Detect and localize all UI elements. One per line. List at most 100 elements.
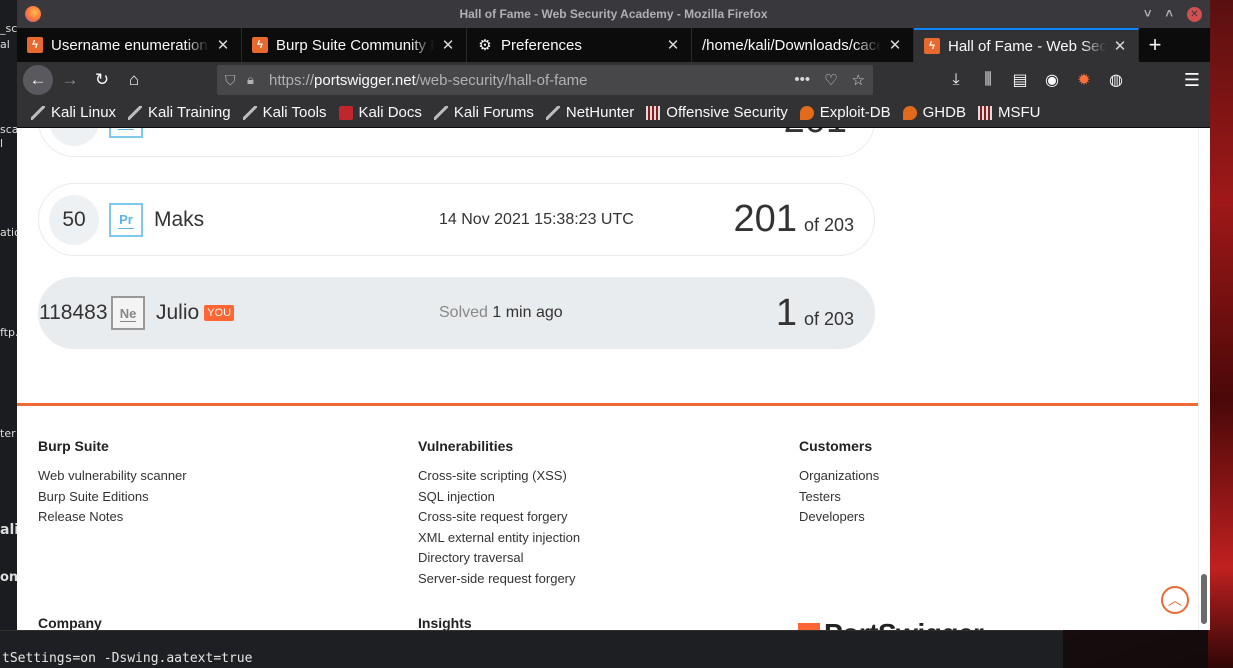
footer-link[interactable]: Cross-site scripting (XSS): [418, 468, 580, 483]
terminal-line: tSettings=on -Dswing.aatext=true: [2, 651, 253, 666]
exploit-db-icon: [799, 105, 814, 120]
desktop-icons-strip: _sc al scar l atio ftp. ter ali on: [0, 0, 23, 668]
new-tab-button[interactable]: +: [1139, 28, 1171, 62]
bookmark-offensive-security[interactable]: Offensive Security: [646, 104, 788, 121]
score: 201: [784, 128, 854, 142]
footer-heading-insights: Insights: [418, 615, 472, 630]
bookmark-kali-linux[interactable]: Kali Linux: [31, 104, 116, 121]
page-actions-icon[interactable]: •••: [794, 71, 810, 89]
foxyproxy-icon[interactable]: ✹: [1075, 70, 1093, 90]
bookmark-msfu[interactable]: MSFU: [977, 104, 1040, 121]
footer-link[interactable]: Burp Suite Editions: [38, 489, 187, 504]
tab-label: /home/kali/Downloads/cacer: [702, 36, 881, 54]
footer-link[interactable]: Developers: [799, 509, 879, 524]
burp-icon: ϟ: [27, 37, 43, 53]
bookmark-star-icon[interactable]: ☆: [852, 71, 865, 89]
footer-heading: Vulnerabilities: [418, 438, 514, 454]
lock-icon[interactable]: 🔒︎: [247, 72, 269, 88]
footer-column-customers: Customers Organizations Testers Develope…: [799, 438, 879, 530]
tab-username-enumeration[interactable]: ϟ Username enumeration v ✕: [17, 28, 242, 62]
desktop-label: l: [0, 137, 4, 150]
tab-downloads-file[interactable]: /home/kali/Downloads/cacer ✕: [692, 28, 914, 62]
tracking-shield-icon[interactable]: ⛉: [225, 72, 243, 89]
burp-icon: ϟ: [252, 37, 268, 53]
account-icon[interactable]: ◉: [1043, 70, 1061, 90]
close-window-icon[interactable]: ✕: [1187, 6, 1202, 22]
toolbar-icons: ⤓ ⫼ ▤ ◉ ✹ ◍: [947, 62, 1125, 98]
footer-link[interactable]: Release Notes: [38, 509, 187, 524]
reload-button[interactable]: ↻: [87, 65, 117, 95]
maximize-icon[interactable]: ˄: [1165, 0, 1173, 28]
footer-heading-company: Company: [38, 615, 102, 630]
footer-link[interactable]: Testers: [799, 489, 879, 504]
bookmark-kali-tools[interactable]: Kali Tools: [242, 104, 327, 121]
footer-link[interactable]: Web vulnerability scanner: [38, 468, 187, 483]
element-icon: [109, 128, 143, 138]
leaderboard-row: 201: [38, 128, 875, 157]
downloads-icon[interactable]: ⤓: [947, 71, 965, 89]
url-path: /web-security/hall-of-fame: [415, 71, 588, 89]
footer-heading: Burp Suite: [38, 438, 109, 454]
ghdb-icon: [902, 105, 917, 120]
element-icon: Ne: [111, 296, 145, 330]
back-button[interactable]: ←: [23, 65, 53, 95]
url-scheme: https://: [269, 71, 315, 89]
home-button[interactable]: ⌂: [119, 65, 149, 95]
forward-button[interactable]: →: [55, 65, 85, 95]
you-badge: YOU: [204, 305, 235, 321]
desktop-label: _sc: [0, 22, 18, 35]
url-text[interactable]: https://portswigger.net/web-security/hal…: [269, 72, 794, 89]
tab-bar: ϟ Username enumeration v ✕ ϟ Burp Suite …: [17, 28, 1210, 62]
kali-dragon-icon: [31, 105, 45, 120]
navigation-bar: ← → ↻ ⌂ ⛉ 🔒︎ https://portswigger.net/web…: [17, 62, 1210, 98]
footer-link[interactable]: Organizations: [799, 468, 879, 483]
solved-label: Solved: [439, 304, 488, 321]
tab-preferences[interactable]: ⚙ Preferences ✕: [467, 28, 692, 62]
sidebar-icon[interactable]: ▤: [1011, 70, 1029, 90]
rank-badge: [49, 128, 99, 146]
leaderboard-row-you: 118483 Ne Julio YOU Solved 1 min ago 1 o…: [38, 277, 875, 349]
url-bar[interactable]: ⛉ 🔒︎ https://portswigger.net/web-securit…: [217, 65, 873, 95]
close-tab-icon[interactable]: ✕: [440, 36, 456, 54]
element-icon: Pr: [109, 202, 143, 237]
bookmark-kali-forums[interactable]: Kali Forums: [433, 104, 534, 121]
score-value: 1: [775, 291, 797, 334]
desktop-label: ftp.: [0, 326, 19, 339]
page-content: 201 50 Pr Maks 14 Nov 2021 15:38:23 UTC …: [17, 128, 1198, 630]
close-tab-icon[interactable]: ✕: [887, 36, 903, 54]
footer-heading: Customers: [799, 438, 873, 454]
bookmark-nethunter[interactable]: NetHunter: [545, 104, 634, 121]
bookmark-kali-training[interactable]: Kali Training: [128, 104, 231, 121]
portswigger-logo[interactable]: PortSwigger: [798, 618, 984, 630]
tab-label: Burp Suite Community Ed: [276, 36, 434, 54]
bookmark-ghdb[interactable]: GHDB: [902, 104, 966, 121]
footer-link[interactable]: Server-side request forgery: [418, 571, 580, 586]
scrollbar-thumb[interactable]: [1201, 574, 1207, 624]
score-total: of 203: [803, 308, 854, 329]
footer-link[interactable]: Cross-site request forgery: [418, 509, 580, 524]
close-tab-icon[interactable]: ✕: [215, 36, 231, 54]
close-tab-icon[interactable]: ✕: [665, 36, 681, 54]
minimize-icon[interactable]: ˅: [1144, 0, 1152, 28]
footer-link[interactable]: Directory traversal: [418, 550, 580, 565]
library-icon[interactable]: ⫼: [979, 71, 997, 89]
msfu-icon: [977, 105, 992, 120]
cookie-icon[interactable]: ◍: [1107, 70, 1125, 90]
title-bar: Hall of Fame - Web Security Academy - Mo…: [17, 0, 1210, 28]
back-to-top-button[interactable]: ︿: [1161, 586, 1189, 614]
tab-burp-suite[interactable]: ϟ Burp Suite Community Ed ✕: [242, 28, 467, 62]
footer-link[interactable]: XML external entity injection: [418, 530, 580, 545]
bookmark-kali-docs[interactable]: Kali Docs: [338, 104, 422, 121]
pocket-icon[interactable]: ♡: [824, 71, 837, 89]
score: 201 of 203: [734, 198, 854, 241]
tab-label: Preferences: [501, 36, 582, 54]
score-total: of 203: [803, 215, 854, 235]
menu-icon[interactable]: ☰: [1184, 62, 1200, 98]
footer-link[interactable]: SQL injection: [418, 489, 580, 504]
rank-badge: 50: [49, 194, 99, 245]
tab-hall-of-fame[interactable]: ϟ Hall of Fame - Web Secur ✕: [914, 28, 1139, 62]
bookmark-exploit-db[interactable]: Exploit-DB: [799, 104, 891, 121]
close-tab-icon[interactable]: ✕: [1112, 37, 1128, 55]
scrollbar[interactable]: [1198, 128, 1210, 630]
tab-label: Hall of Fame - Web Secur: [948, 37, 1106, 55]
